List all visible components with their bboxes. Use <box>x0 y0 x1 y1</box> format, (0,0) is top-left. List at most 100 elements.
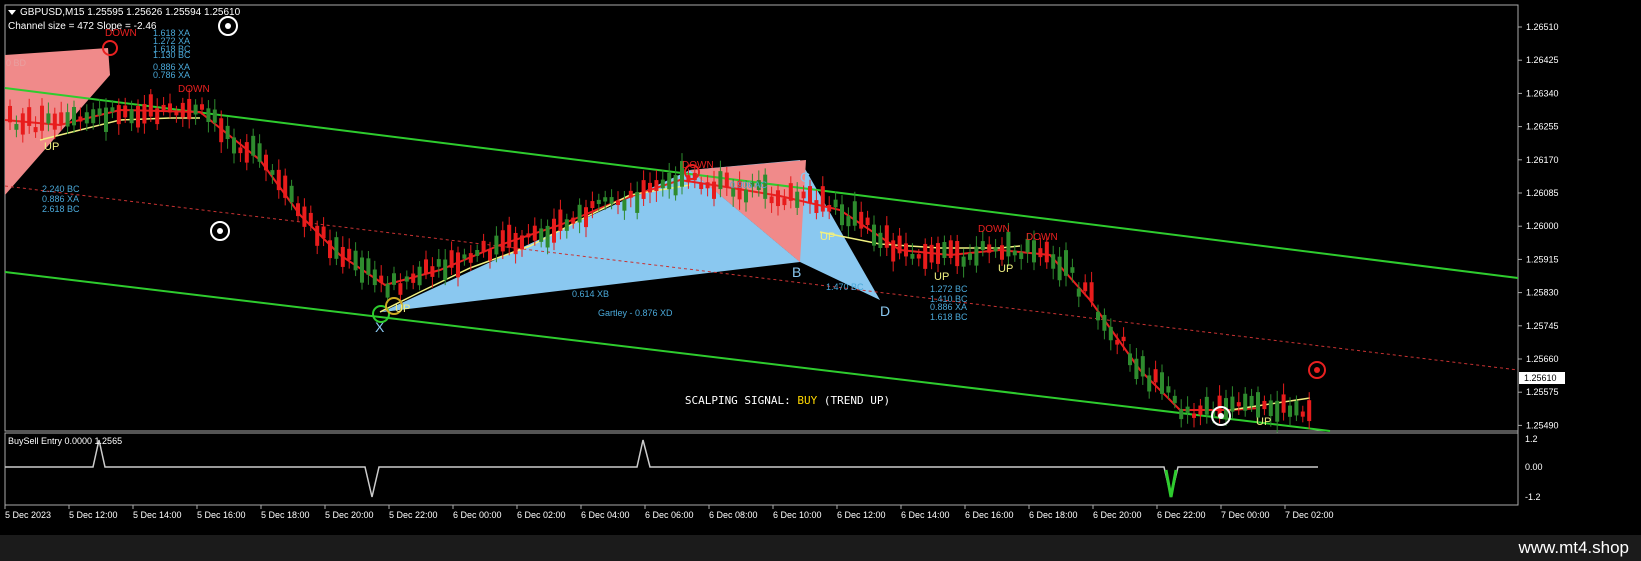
price-tick: 1.25660 <box>1526 354 1559 364</box>
candle-body <box>660 179 665 189</box>
candle-body <box>27 107 32 126</box>
candle-body <box>219 118 224 143</box>
time-tick: 5 Dec 12:00 <box>69 510 118 520</box>
svg-text:0.00: 0.00 <box>1525 462 1543 472</box>
candle-body <box>712 181 716 199</box>
candle-body <box>795 191 800 208</box>
candle-body <box>1012 250 1017 256</box>
candle-body <box>840 204 844 226</box>
brand-text: www.mt4.shop <box>1518 538 1629 557</box>
candle-body <box>360 257 364 283</box>
candle-body <box>910 253 915 259</box>
candle-body <box>14 124 19 130</box>
candle-body <box>596 199 601 205</box>
channel-line: Channel size = 472 Slope = -2.46 <box>8 21 157 32</box>
candle-body <box>1134 358 1139 380</box>
price-chart[interactable]: X B C D DOWN DOWN DOWN DOWN DOWN UP UP U… <box>0 0 1641 561</box>
candle-body <box>1038 248 1043 258</box>
svg-text:1.130 BC: 1.130 BC <box>153 50 191 60</box>
candle-body <box>993 247 998 252</box>
candle-body <box>148 94 153 117</box>
svg-text:0.786 XA: 0.786 XA <box>153 70 190 80</box>
signal-value: BUY <box>797 394 818 407</box>
candle-body <box>46 113 51 124</box>
candle-body <box>635 191 640 213</box>
candle-body <box>539 228 544 242</box>
candle-body <box>238 147 243 154</box>
candle-body <box>1070 267 1075 273</box>
candle-body <box>33 127 38 133</box>
candle-body <box>564 219 569 231</box>
candle-body <box>404 276 409 282</box>
point-b: B <box>792 264 801 280</box>
candle-body <box>1083 282 1088 292</box>
point-d: D <box>880 303 890 319</box>
candle-body <box>289 185 294 203</box>
menu-arrow-icon[interactable] <box>8 9 16 15</box>
candle-body <box>929 244 934 263</box>
ratio-right-labels: 1.272 BC 1.410 BC 0.886 XA 1.618 BC <box>930 284 968 322</box>
candle-body <box>808 186 812 204</box>
symbol-line: GBPUSD,M15 1.25595 1.25626 1.25594 1.256… <box>20 7 241 18</box>
candle-body <box>334 237 339 259</box>
candle-body <box>385 283 390 298</box>
candle-body <box>91 109 96 124</box>
candle-body <box>1153 369 1158 383</box>
time-tick: 6 Dec 20:00 <box>1093 510 1142 520</box>
candle-body <box>321 226 326 239</box>
svg-text:0.886 XA: 0.886 XA <box>930 302 967 312</box>
time-tick: 5 Dec 20:00 <box>325 510 374 520</box>
time-tick: 6 Dec 02:00 <box>517 510 566 520</box>
candle-body <box>776 190 780 207</box>
up-label-3: UP <box>820 231 835 243</box>
time-tick: 6 Dec 08:00 <box>709 510 758 520</box>
candle-body <box>8 105 12 123</box>
up-label-5: UP <box>998 263 1013 275</box>
candle-body <box>78 116 83 122</box>
time-tick: 6 Dec 18:00 <box>1029 510 1078 520</box>
candle-body <box>174 111 179 116</box>
candle-body <box>110 107 115 112</box>
svg-text:0.906 AC: 0.906 AC <box>730 180 768 190</box>
candle-body <box>904 243 908 257</box>
candle-body <box>59 112 64 125</box>
candle-body <box>462 254 467 259</box>
svg-text:1.470 BC: 1.470 BC <box>826 282 864 292</box>
candle-body <box>193 104 198 115</box>
ratio-top-labels: 1.618 XA 1.272 XA 1.618 BC 1.130 BC 0.88… <box>153 28 191 80</box>
candle-body <box>980 241 985 250</box>
candle-body <box>443 259 448 281</box>
candle-body <box>270 170 275 175</box>
candle-body <box>1160 372 1164 394</box>
candle-body <box>1057 256 1062 281</box>
candle-body <box>603 197 608 202</box>
sub-chart-area <box>4 432 1519 506</box>
time-axis: 5 Dec 2023 5 Dec 12:00 5 Dec 14:00 5 Dec 16… <box>4 505 1334 520</box>
candle-body <box>1115 339 1120 345</box>
candle-body <box>782 198 787 206</box>
candle-body <box>411 273 416 283</box>
candle-body <box>379 275 384 283</box>
candle-body <box>724 172 729 188</box>
candle-body <box>200 104 204 110</box>
time-tick: 6 Dec 04:00 <box>581 510 630 520</box>
sub-axis: 1.2 0.00 -1.2 <box>1525 434 1543 502</box>
up-label-6: UP <box>1256 416 1271 428</box>
candle-body <box>948 240 953 258</box>
candle-body <box>552 218 556 243</box>
candle-body <box>1032 240 1036 263</box>
candle-body <box>116 105 121 125</box>
point-c: C <box>800 169 810 185</box>
candle-body <box>788 183 793 201</box>
candle-body <box>872 224 876 246</box>
candle-body <box>987 244 992 253</box>
candle-body <box>353 250 358 271</box>
candle-body <box>622 199 627 211</box>
candle-body <box>916 254 921 259</box>
time-tick: 5 Dec 2023 <box>5 510 51 520</box>
candle-body <box>1019 252 1024 259</box>
candle-body <box>648 182 652 193</box>
candle-body <box>475 249 480 256</box>
svg-text:1.2: 1.2 <box>1525 434 1538 444</box>
candle-body <box>859 211 864 229</box>
